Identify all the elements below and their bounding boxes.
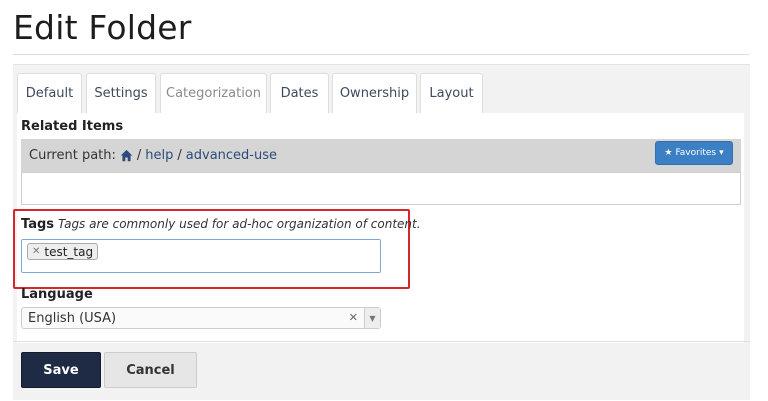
favorites-label: Favorites: [675, 148, 717, 158]
actions-divider: [13, 341, 750, 342]
edit-folder-panel: Default Settings Categorization Dates Ow…: [13, 64, 750, 400]
tab-settings[interactable]: Settings: [86, 73, 156, 113]
tab-categorization[interactable]: Categorization: [160, 73, 267, 113]
path-link-advanced-use[interactable]: advanced-use: [186, 148, 277, 163]
tags-label: Tags: [21, 217, 55, 232]
tags-input[interactable]: ✕ test_tag: [21, 239, 381, 273]
tab-layout[interactable]: Layout: [420, 73, 483, 113]
clear-selection-icon[interactable]: ✕: [349, 311, 358, 324]
language-label: Language: [21, 287, 93, 302]
favorites-button[interactable]: ★ Favorites ▾: [655, 141, 733, 165]
related-items-label: Related Items: [21, 119, 124, 134]
categorization-form: Related Items Current path: / help / adv…: [13, 113, 744, 343]
related-items-input[interactable]: [21, 172, 741, 205]
tag-chip-label: test_tag: [44, 244, 94, 259]
current-path-label: Current path:: [29, 148, 116, 163]
dropdown-arrow-icon[interactable]: ▼: [364, 308, 380, 328]
tag-chip: ✕ test_tag: [27, 243, 99, 260]
tags-help-text: Tags are commonly used for ad-hoc organi…: [58, 217, 421, 231]
cancel-button[interactable]: Cancel: [104, 352, 197, 388]
tab-dates[interactable]: Dates: [270, 73, 329, 113]
path-separator: /: [177, 148, 182, 163]
current-path: Current path: / help / advanced-use: [29, 148, 277, 163]
remove-tag-icon[interactable]: ✕: [32, 246, 40, 257]
home-icon[interactable]: [120, 149, 133, 162]
tab-default[interactable]: Default: [17, 73, 82, 113]
language-select[interactable]: English (USA) ✕ ▼: [21, 307, 381, 329]
title-divider: [13, 54, 749, 55]
language-selected-value: English (USA): [28, 310, 117, 326]
page-title: Edit Folder: [13, 8, 192, 47]
tags-field-label: Tags Tags are commonly used for ad-hoc o…: [21, 217, 421, 232]
current-path-bar: Current path: / help / advanced-use ★ Fa…: [21, 139, 741, 172]
tab-ownership[interactable]: Ownership: [332, 73, 417, 113]
path-link-help[interactable]: help: [145, 148, 173, 163]
star-icon: ★: [664, 148, 673, 158]
save-button[interactable]: Save: [21, 352, 101, 388]
path-separator: /: [136, 148, 142, 163]
caret-down-icon: ▾: [719, 148, 724, 158]
